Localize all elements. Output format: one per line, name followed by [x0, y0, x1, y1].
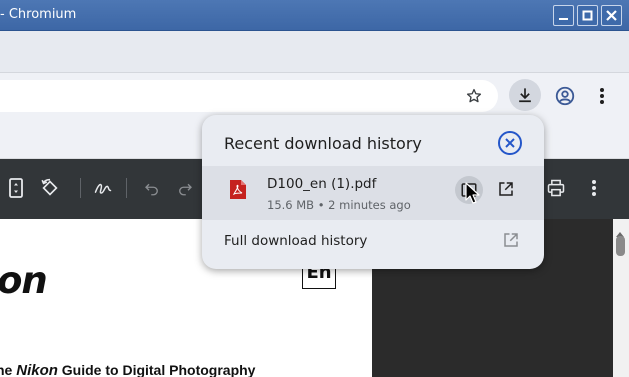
redo-button[interactable] [173, 176, 197, 200]
kebab-menu-icon [600, 88, 604, 104]
redo-icon [179, 183, 192, 196]
close-window-icon [606, 10, 617, 21]
profile-icon [555, 86, 575, 106]
close-bubble-button[interactable] [498, 131, 522, 155]
toolbar-separator [80, 178, 81, 198]
open-file-button[interactable] [492, 175, 520, 203]
star-icon [466, 88, 482, 103]
window-title: - Chromium [0, 7, 77, 22]
maximize-icon [582, 10, 593, 21]
fit-page-icon [9, 178, 23, 198]
scrollbar-thumb[interactable] [616, 236, 625, 256]
undo-button[interactable] [140, 176, 164, 200]
fit-page-button[interactable] [4, 176, 28, 200]
mouse-cursor-icon [465, 182, 481, 206]
maximize-button[interactable] [577, 5, 598, 26]
close-window-button[interactable] [601, 5, 622, 26]
downloads-button[interactable] [509, 79, 541, 111]
browser-menu-button[interactable] [586, 80, 618, 112]
subtitle-prefix: he [0, 362, 13, 377]
download-bubble-title: Recent download history [224, 134, 422, 153]
window-titlebar [0, 0, 629, 31]
download-file-meta: 15.6 MB • 2 minutes ago [267, 198, 411, 212]
print-button[interactable] [544, 176, 568, 200]
pdf-file-icon [229, 179, 247, 200]
full-history-external-icon[interactable] [502, 231, 520, 253]
profile-button[interactable] [549, 80, 581, 112]
full-download-history-link[interactable]: Full download history [224, 233, 367, 249]
toolbar-separator [126, 178, 127, 198]
annotate-button[interactable] [91, 176, 115, 200]
address-bar[interactable] [0, 80, 498, 112]
open-external-icon [499, 182, 513, 196]
minimize-button[interactable] [553, 5, 574, 26]
download-file-name[interactable]: D100_en (1).pdf [267, 176, 376, 192]
kebab-menu-icon [592, 180, 596, 196]
rotate-button[interactable] [38, 176, 62, 200]
draw-icon [94, 183, 112, 194]
undo-icon [145, 183, 158, 196]
close-icon [505, 138, 515, 148]
open-external-icon [504, 233, 518, 247]
pdf-more-button[interactable] [582, 176, 606, 200]
bookmark-star-button[interactable] [458, 80, 490, 112]
download-icon [519, 88, 531, 103]
rotate-icon [41, 178, 58, 196]
subtitle-suffix: Guide to Digital Photography [57, 362, 256, 377]
minimize-icon [559, 18, 568, 20]
document-brand-heading: on [0, 259, 48, 302]
print-icon [547, 179, 565, 197]
document-subtitle: he Nikon Guide to Digital Photography [0, 362, 255, 377]
tab-strip [0, 31, 629, 73]
subtitle-brand: Nikon [16, 362, 58, 377]
